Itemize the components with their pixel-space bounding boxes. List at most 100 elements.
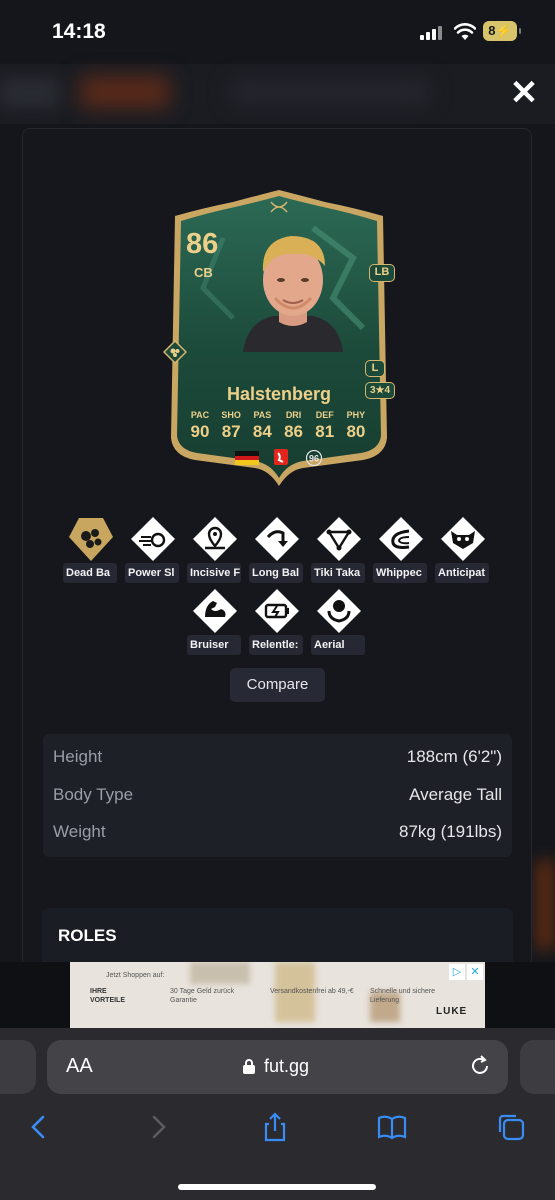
playstyle-label: Power Sl — [125, 563, 179, 583]
player-name: Halstenberg — [226, 384, 332, 404]
ad-benefit: Schnelle und sichere Lieferung — [370, 988, 435, 1004]
player-info-box: Height 188cm (6'2") Body Type Average Ta… — [43, 734, 512, 857]
anticipate-icon — [441, 517, 485, 561]
stat-pas: PAS 84 — [247, 410, 277, 442]
playstyle-label: Tiki Taka — [311, 563, 365, 583]
bookmarks-icon[interactable] — [377, 1112, 407, 1142]
ad-banner[interactable]: Jetzt Shoppen auf: IHRE VORTEILE 30 Tage… — [70, 962, 485, 1028]
home-indicator — [178, 1184, 376, 1190]
info-value: 87kg (191lbs) — [398, 822, 502, 841]
power-shot-icon — [131, 517, 175, 561]
share-icon[interactable] — [260, 1112, 290, 1142]
stat-phy: PHY 80 — [341, 410, 371, 442]
playstyle-long-ball-pass[interactable]: Long Bal — [249, 515, 305, 583]
forward-icon[interactable] — [143, 1112, 173, 1142]
playstyle-label: Dead Ba — [63, 563, 117, 583]
ad-benefit: Versandkostenfrei ab 49,-€ — [270, 988, 354, 995]
playstyle-anticipate[interactable]: Anticipat — [435, 515, 491, 583]
playstyle-label: Bruiser — [187, 635, 241, 655]
stat-value: 90 — [190, 422, 210, 441]
stat-label: DEF — [315, 410, 334, 420]
lock-icon — [243, 1059, 255, 1074]
playstyle-label: Relentle: — [249, 635, 303, 655]
battery-icon: 8⚡ — [483, 21, 521, 41]
svg-text:96: 96 — [309, 454, 319, 464]
ad-brand: LUKE — [436, 1006, 468, 1017]
stat-label: PAS — [253, 410, 272, 420]
nation-flag-icon — [235, 451, 259, 465]
playstyle-bruiser[interactable]: Bruiser — [187, 587, 243, 655]
url-text[interactable]: fut.gg — [264, 1056, 309, 1077]
battery-level: 8 — [488, 23, 496, 38]
info-label: Body Type — [53, 785, 134, 804]
close-button[interactable]: ✕ — [508, 76, 540, 110]
stat-sho: SHO 87 — [216, 410, 246, 442]
ad-headline: Jetzt Shoppen auf: — [106, 972, 165, 979]
playstyle-plus-icon — [163, 340, 187, 364]
playstyle-whipped-pass[interactable]: Whippec — [373, 515, 429, 583]
info-row-weight: Weight 87kg (191lbs) — [53, 822, 502, 852]
background-blur — [230, 80, 430, 104]
next-tab-preview[interactable] — [520, 1040, 555, 1094]
tiki-taka-icon — [317, 517, 361, 561]
stat-def: DEF 81 — [310, 410, 340, 442]
whipped-pass-icon — [379, 517, 423, 561]
ad-close-icon[interactable]: ✕ — [467, 964, 483, 980]
back-icon[interactable] — [24, 1112, 54, 1142]
playstyle-incisive-pass[interactable]: Incisive F — [187, 515, 243, 583]
wifi-icon — [454, 23, 476, 40]
reader-settings-button[interactable]: AA — [66, 1055, 93, 1078]
dead-ball-icon — [69, 518, 113, 561]
roles-title: ROLES — [58, 926, 117, 945]
card-affiliations: 96 — [235, 448, 325, 468]
playstyle-dead-ball[interactable]: Dead Ba — [63, 515, 119, 583]
stat-value: 86 — [284, 422, 304, 441]
playstyle-power-shot[interactable]: Power Sl — [125, 515, 181, 583]
stat-label: PAC — [190, 410, 210, 420]
info-value: 188cm (6'2") — [406, 747, 502, 766]
cellular-signal-icon — [420, 26, 444, 40]
info-label: Height — [53, 747, 103, 766]
playstyle-label: Aerial — [311, 635, 365, 655]
playstyle-relentless[interactable]: Relentle: — [249, 587, 305, 655]
card-stats: PAC 90 SHO 87 PAS 84 DRI 86 DEF 81 PHY 80 — [185, 410, 371, 442]
adchoices-icon[interactable]: ▷ — [449, 964, 465, 980]
ad-benefit: 30 Tage Geld zurück Garantie — [170, 988, 235, 1004]
preferred-foot-badge: L — [365, 360, 385, 377]
stat-label: DRI — [285, 410, 302, 420]
club-logo-icon: 96 — [305, 450, 323, 466]
background-blur — [0, 78, 60, 108]
stat-value: 81 — [315, 422, 335, 441]
ad-controls: ▷ ✕ — [449, 964, 483, 980]
status-time: 14:18 — [52, 20, 106, 43]
playstyle-label: Anticipat — [435, 563, 489, 583]
card-position: CB — [194, 265, 213, 280]
playstyle-aerial[interactable]: Aerial — [311, 587, 367, 655]
league-logo-icon — [274, 449, 288, 465]
player-card: 86 CB LB L 3★4 Halstenberg PAC 90 SHO 87 P… — [163, 188, 395, 488]
info-value: Average Tall — [409, 785, 502, 804]
previous-tab-preview[interactable] — [0, 1040, 36, 1094]
reload-icon[interactable] — [468, 1054, 492, 1078]
compare-button[interactable]: Compare — [230, 668, 325, 702]
roles-section: ROLES — [42, 908, 513, 968]
stat-value: 80 — [346, 422, 366, 441]
bruiser-icon — [193, 589, 237, 633]
playstyle-tiki-taka[interactable]: Tiki Taka — [311, 515, 367, 583]
stat-value: 87 — [221, 422, 241, 441]
relentless-icon — [255, 589, 299, 633]
long-ball-pass-icon — [255, 517, 299, 561]
aerial-icon — [317, 589, 361, 633]
stat-label: PHY — [346, 410, 366, 420]
stat-dri: DRI 86 — [279, 410, 309, 442]
stat-label: SHO — [221, 410, 241, 420]
info-row-height: Height 188cm (6'2") — [53, 747, 502, 777]
player-photo — [243, 236, 343, 352]
status-bar: 14:18 8⚡ — [0, 0, 555, 64]
tabs-icon[interactable] — [496, 1112, 526, 1142]
info-label: Weight — [53, 822, 106, 841]
card-rating: 86 — [186, 228, 219, 260]
playstyle-label: Long Bal — [249, 563, 303, 583]
playstyle-label: Incisive F — [187, 563, 241, 583]
incisive-pass-icon — [193, 517, 237, 561]
